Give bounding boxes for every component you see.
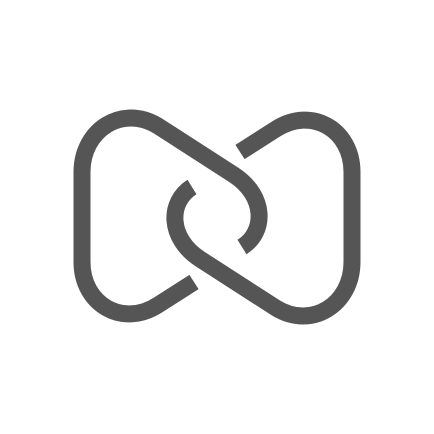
interlocking-links-logo-icon xyxy=(73,109,361,325)
logo-canvas xyxy=(0,0,434,434)
